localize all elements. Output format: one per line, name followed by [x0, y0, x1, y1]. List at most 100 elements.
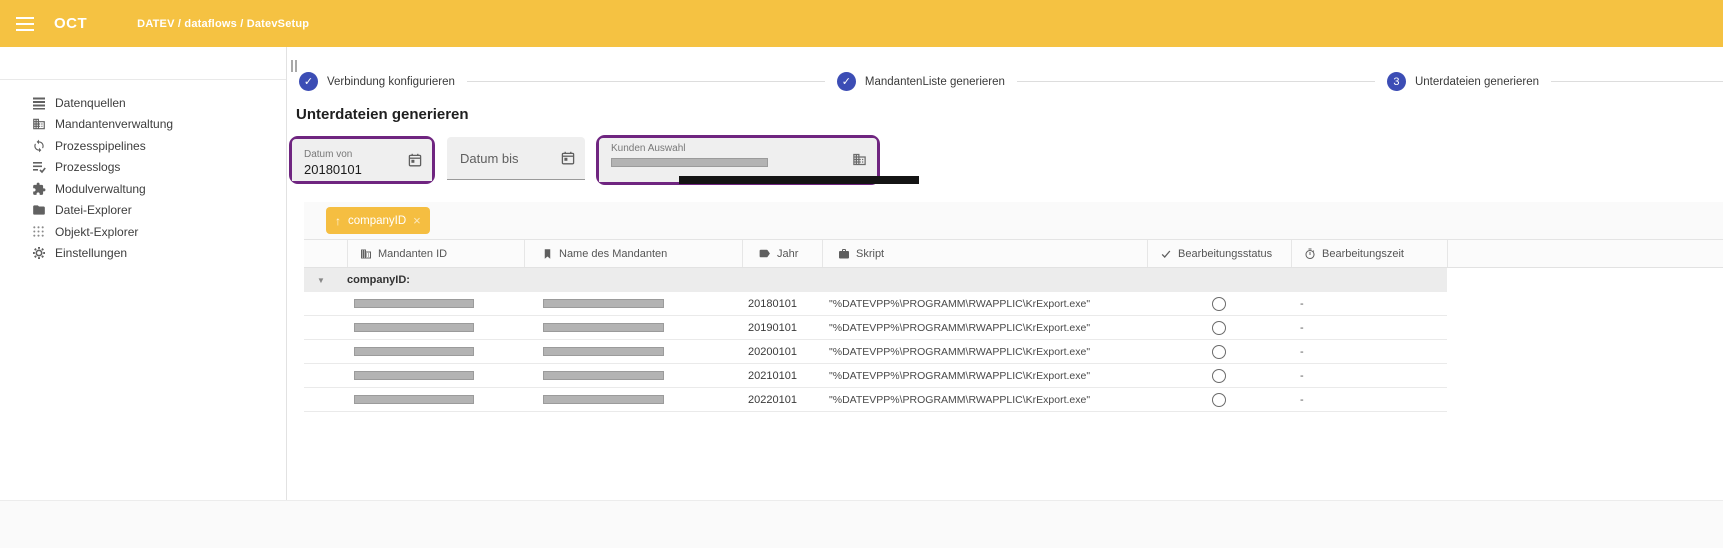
datum-bis-input[interactable]: Datum bis: [447, 137, 585, 180]
skript-cell: "%DATEVPP%\PROGRAMM\RWAPPLIC\KrExport.ex…: [822, 322, 1147, 334]
sidebar: Datenquellen Mandantenverwaltung Prozess…: [0, 47, 287, 500]
sidebar-item-prozesslogs[interactable]: Prozesslogs: [0, 157, 286, 179]
header-filler: [1447, 240, 1723, 267]
sidebar-item-modulverwaltung[interactable]: Modulverwaltung: [0, 178, 286, 200]
stepper-connector: [1017, 81, 1375, 82]
status-circle-icon: [1212, 345, 1226, 359]
sidebar-item-label: Datei-Explorer: [55, 203, 132, 217]
redacted-name: [543, 323, 664, 332]
briefcase-icon: [838, 248, 850, 260]
zeit-cell: -: [1291, 394, 1447, 406]
panel-resize-handle[interactable]: [291, 60, 297, 72]
skript-cell: "%DATEVPP%\PROGRAMM\RWAPPLIC\KrExport.ex…: [822, 298, 1147, 310]
column-header-name-des-mandanten[interactable]: Name des Mandanten: [524, 240, 742, 267]
results-table: ↑ companyID × Mandanten ID Name des Mand…: [304, 202, 1723, 412]
table-body: ▼ companyID: 20180101 "%DATEVPP%\PROGRAM…: [304, 268, 1447, 412]
field-label: Datum von: [304, 149, 408, 160]
sidebar-item-label: Objekt-Explorer: [55, 225, 138, 239]
field-placeholder: Datum bis: [447, 151, 561, 166]
jahr-cell: 20220101: [742, 394, 822, 406]
table-row[interactable]: 20200101 "%DATEVPP%\PROGRAMM\RWAPPLIC\Kr…: [304, 340, 1447, 364]
sidebar-item-prozesspipelines[interactable]: Prozesspipelines: [0, 135, 286, 157]
field-label: Kunden Auswahl: [611, 143, 852, 154]
table-row[interactable]: 20210101 "%DATEVPP%\PROGRAMM\RWAPPLIC\Kr…: [304, 364, 1447, 388]
zeit-cell: -: [1291, 370, 1447, 382]
sidebar-item-datenquellen[interactable]: Datenquellen: [0, 92, 286, 114]
sidebar-item-label: Prozesspipelines: [55, 139, 146, 153]
dot-grid-icon: [31, 224, 46, 239]
folder-icon: [31, 203, 46, 218]
menu-icon[interactable]: [16, 17, 34, 31]
grouping-bar: ↑ companyID ×: [304, 202, 1723, 240]
jahr-cell: 20180101: [742, 298, 822, 310]
chip-label: companyID: [348, 215, 406, 227]
table-row[interactable]: 20190101 "%DATEVPP%\PROGRAMM\RWAPPLIC\Kr…: [304, 316, 1447, 340]
calendar-icon[interactable]: [408, 153, 422, 167]
table-row[interactable]: 20180101 "%DATEVPP%\PROGRAMM\RWAPPLIC\Kr…: [304, 292, 1447, 316]
column-header-mandanten-id[interactable]: Mandanten ID: [347, 240, 524, 267]
step-label: Verbindung konfigurieren: [327, 76, 455, 88]
column-header-skript[interactable]: Skript: [822, 240, 1147, 267]
step-label: Unterdateien generieren: [1415, 76, 1539, 88]
stepper-connector: [1551, 81, 1723, 82]
group-chip-companyid[interactable]: ↑ companyID ×: [326, 207, 430, 234]
building-icon: [360, 248, 372, 260]
collapse-caret-icon[interactable]: ▼: [304, 276, 347, 285]
sidebar-item-label: Einstellungen: [55, 246, 127, 260]
column-header-bearbeitungsstatus[interactable]: Bearbeitungsstatus: [1147, 240, 1291, 267]
redacted-mandanten-id: [354, 371, 474, 380]
stepper-connector: [467, 81, 825, 82]
step-mandantenliste-generieren[interactable]: ✓ MandantenListe generieren: [837, 72, 1005, 91]
gear-icon: [31, 246, 46, 261]
column-label: Name des Mandanten: [559, 248, 667, 260]
skript-cell: "%DATEVPP%\PROGRAMM\RWAPPLIC\KrExport.ex…: [822, 346, 1147, 358]
close-icon[interactable]: ×: [413, 213, 421, 228]
redacted-name: [543, 347, 664, 356]
jahr-cell: 20210101: [742, 370, 822, 382]
stopwatch-icon: [1304, 248, 1316, 260]
top-app-bar: OCT DATEV / dataflows / DatevSetup: [0, 0, 1723, 47]
step-unterdateien-generieren[interactable]: 3 Unterdateien generieren: [1387, 72, 1539, 91]
sidebar-item-objekt-explorer[interactable]: Objekt-Explorer: [0, 221, 286, 243]
status-circle-icon: [1212, 393, 1226, 407]
redacted-value: [611, 158, 768, 167]
sidebar-item-datei-explorer[interactable]: Datei-Explorer: [0, 200, 286, 222]
status-circle-icon: [1212, 369, 1226, 383]
building-icon: [31, 117, 46, 132]
step-verbindung-konfigurieren[interactable]: ✓ Verbindung konfigurieren: [299, 72, 455, 91]
datum-von-input[interactable]: Datum von 20180101: [292, 139, 432, 181]
sidebar-item-einstellungen[interactable]: Einstellungen: [0, 243, 286, 265]
table-header-row: Mandanten ID Name des Mandanten Jahr Skr…: [304, 240, 1723, 268]
list-check-icon: [31, 160, 46, 175]
step-number-badge: 3: [1387, 72, 1406, 91]
column-header-jahr[interactable]: Jahr: [742, 240, 822, 267]
calendar-icon[interactable]: [561, 151, 575, 165]
bookmark-icon: [542, 248, 553, 260]
step-done-icon: ✓: [299, 72, 318, 91]
sort-asc-icon: ↑: [335, 214, 341, 228]
column-header-bearbeitungszeit[interactable]: Bearbeitungszeit: [1291, 240, 1447, 267]
group-row-companyid[interactable]: ▼ companyID:: [304, 268, 1447, 292]
redacted-mandanten-id: [354, 323, 474, 332]
column-label: Bearbeitungszeit: [1322, 248, 1404, 260]
step-done-icon: ✓: [837, 72, 856, 91]
table-row[interactable]: 20220101 "%DATEVPP%\PROGRAMM\RWAPPLIC\Kr…: [304, 388, 1447, 412]
sidebar-header: [0, 47, 286, 80]
redacted-mandanten-id: [354, 299, 474, 308]
redacted-strip: [679, 176, 919, 184]
redacted-name: [543, 371, 664, 380]
status-circle-icon: [1212, 297, 1226, 311]
column-label: Bearbeitungsstatus: [1178, 248, 1272, 260]
main-content: ✓ Verbindung konfigurieren ✓ MandantenLi…: [287, 47, 1723, 500]
annotation-highlight-box: Datum von 20180101: [289, 136, 435, 184]
header-caret-column: [304, 240, 347, 267]
app-logo-text: OCT: [54, 15, 87, 32]
column-label: Skript: [856, 248, 884, 260]
breadcrumb[interactable]: DATEV / dataflows / DatevSetup: [137, 18, 309, 30]
stepper: ✓ Verbindung konfigurieren ✓ MandantenLi…: [299, 72, 1723, 91]
filter-fields: Datum von 20180101: [289, 135, 1723, 185]
building-icon[interactable]: [852, 152, 867, 167]
sidebar-item-mandantenverwaltung[interactable]: Mandantenverwaltung: [0, 114, 286, 136]
jahr-cell: 20190101: [742, 322, 822, 334]
column-label: Jahr: [777, 248, 798, 260]
